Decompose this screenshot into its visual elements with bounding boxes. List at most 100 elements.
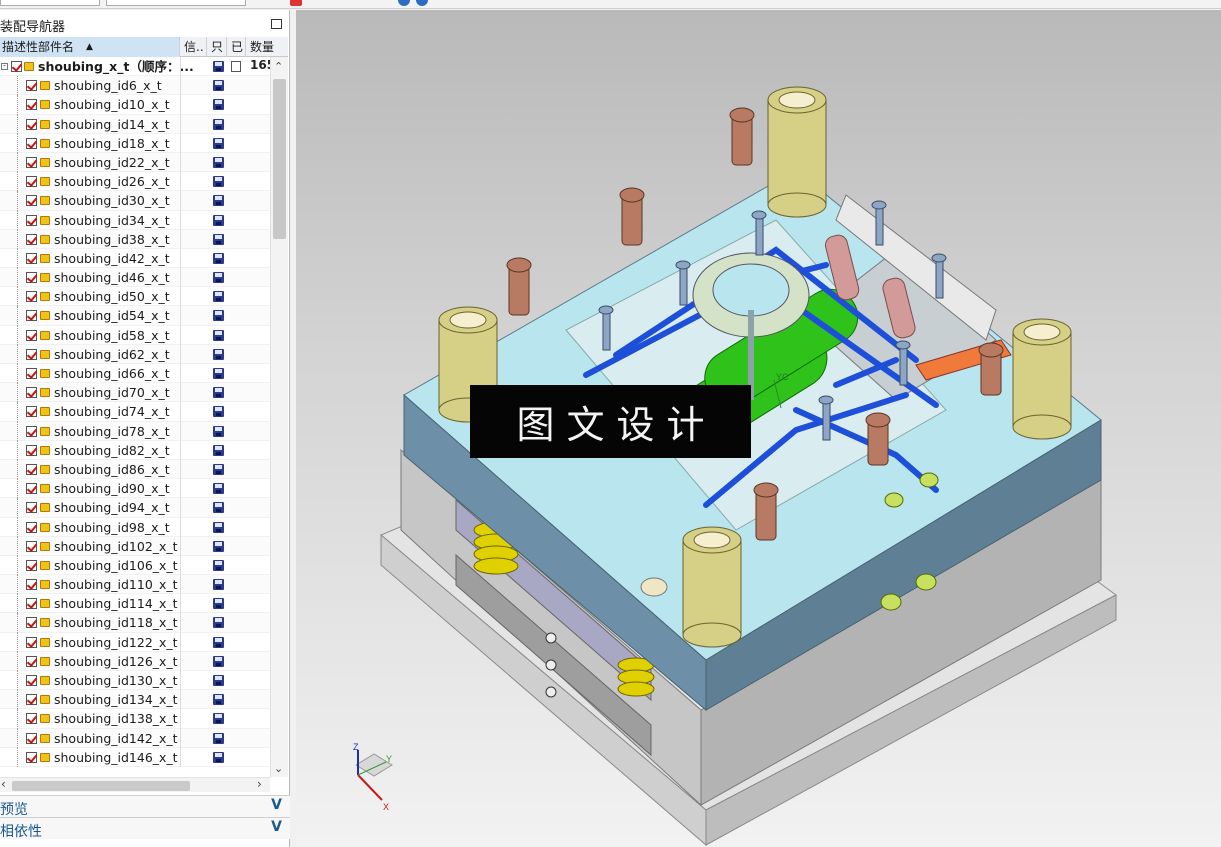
checkbox-icon[interactable] <box>26 751 37 763</box>
tree-part-row[interactable]: shoubing_id86_x_t <box>0 459 270 480</box>
checkbox-icon[interactable] <box>26 80 37 92</box>
checkbox-icon[interactable] <box>26 655 37 667</box>
checkbox-icon[interactable] <box>26 329 37 341</box>
checkbox-icon[interactable] <box>26 387 37 399</box>
checkbox-icon[interactable] <box>26 675 37 686</box>
collapse-icon[interactable]: - <box>1 62 8 70</box>
checkbox-icon[interactable] <box>26 521 37 533</box>
checkbox-icon[interactable] <box>26 579 37 591</box>
checkbox-icon[interactable] <box>26 348 37 360</box>
col-description[interactable]: 描述性部件名 ▲ <box>0 37 180 57</box>
tree-part-row[interactable]: shoubing_id46_x_t <box>0 268 270 288</box>
checkbox-icon[interactable] <box>26 137 37 149</box>
checkbox-icon[interactable] <box>26 463 37 475</box>
col-quantity[interactable]: 数量 <box>246 37 288 57</box>
tree-part-row[interactable]: shoubing_id62_x_t <box>0 344 270 364</box>
tree-part-row[interactable]: shoubing_id30_x_t <box>0 191 270 211</box>
graphics-window[interactable]: YC Z Y X 图文设计 <box>296 10 1221 847</box>
tree-part-row[interactable]: shoubing_id50_x_t <box>0 287 270 307</box>
tree-part-row[interactable]: shoubing_id90_x_t <box>0 479 270 499</box>
tree-part-row[interactable]: shoubing_id18_x_t <box>0 133 270 153</box>
checkbox-icon[interactable] <box>26 406 37 418</box>
dependencies-panel[interactable]: 相依性 V <box>0 817 290 840</box>
tree-part-row[interactable]: shoubing_id34_x_t <box>0 210 270 230</box>
checkbox-icon[interactable] <box>26 732 37 744</box>
checkbox-icon[interactable] <box>26 195 37 207</box>
checkbox-icon[interactable] <box>26 425 37 437</box>
tree-part-row[interactable]: shoubing_id14_x_t <box>0 114 270 134</box>
toolbar-icon-blue-2[interactable] <box>416 0 428 6</box>
chevron-down-icon[interactable]: V <box>271 819 282 835</box>
checkbox-icon[interactable] <box>26 310 37 322</box>
tree-part-row[interactable]: shoubing_id74_x_t <box>0 402 270 422</box>
tree-part-row[interactable]: shoubing_id10_x_t <box>0 95 270 115</box>
tree-part-row[interactable]: shoubing_id142_x_t <box>0 728 270 748</box>
scroll-down-icon[interactable]: ⌄ <box>274 762 283 775</box>
tree-part-row[interactable]: shoubing_id42_x_t <box>0 248 270 269</box>
tree-part-row[interactable]: shoubing_id22_x_t <box>0 152 270 173</box>
tree-part-row[interactable]: shoubing_id106_x_t <box>0 555 270 576</box>
tree-part-row[interactable]: shoubing_id130_x_t <box>0 671 270 691</box>
checkbox-icon[interactable] <box>26 502 37 514</box>
tree-part-row[interactable]: shoubing_id122_x_t <box>0 632 270 652</box>
checkbox-icon[interactable] <box>11 61 22 72</box>
tree-part-row[interactable]: shoubing_id118_x_t <box>0 613 270 633</box>
checkbox-icon[interactable] <box>26 99 37 111</box>
checkbox-icon[interactable] <box>26 694 37 706</box>
checkbox-icon[interactable] <box>26 368 37 379</box>
vertical-scrollbar[interactable]: ⌃ ⌄ <box>270 57 288 777</box>
checkbox-icon[interactable] <box>26 483 37 495</box>
tree-part-row[interactable]: shoubing_id70_x_t <box>0 383 270 403</box>
maximize-icon[interactable] <box>271 19 282 29</box>
tree-part-row[interactable]: shoubing_id94_x_t <box>0 498 270 518</box>
tree-part-row[interactable]: shoubing_id138_x_t <box>0 709 270 729</box>
tree-root-row[interactable]: - shoubing_x_t（顺序：... 165 <box>0 57 270 77</box>
tree-part-row[interactable]: shoubing_id114_x_t <box>0 594 270 614</box>
filter-dropdown[interactable] <box>0 0 100 6</box>
assembly-dropdown[interactable] <box>106 0 246 6</box>
horizontal-scrollbar[interactable]: ‹ › <box>0 777 270 792</box>
checkbox-icon[interactable] <box>26 233 37 245</box>
checkbox-icon[interactable] <box>26 598 37 610</box>
checkbox-icon[interactable] <box>26 617 37 629</box>
scroll-up-icon[interactable]: ⌃ <box>274 60 283 73</box>
hscroll-thumb[interactable] <box>12 781 190 791</box>
sort-ascending-icon[interactable]: ▲ <box>86 37 93 57</box>
preview-panel[interactable]: 预览 V <box>0 795 290 818</box>
tree-part-row[interactable]: shoubing_id54_x_t <box>0 306 270 326</box>
tree-part-row[interactable]: shoubing_id78_x_t <box>0 421 270 441</box>
checkbox-icon[interactable] <box>26 444 37 456</box>
toolbar-icon-red[interactable] <box>290 0 302 6</box>
toolbar-icon-blue[interactable] <box>398 0 410 6</box>
checkbox-icon[interactable] <box>26 252 37 264</box>
checkbox-icon[interactable] <box>26 713 37 725</box>
checkbox-icon[interactable] <box>26 636 37 648</box>
col-modified[interactable]: 已 <box>227 37 246 57</box>
checkbox-icon[interactable] <box>26 156 37 168</box>
checkbox-icon[interactable] <box>26 291 37 303</box>
tree-part-row[interactable]: shoubing_id58_x_t <box>0 325 270 345</box>
col-readonly[interactable]: 只 <box>207 37 227 57</box>
checkbox-icon[interactable] <box>26 176 37 188</box>
tree-part-row[interactable]: shoubing_id146_x_t <box>0 747 270 767</box>
tree-part-row[interactable]: shoubing_id26_x_t <box>0 172 270 192</box>
scroll-thumb[interactable] <box>273 79 286 239</box>
tree-part-row[interactable]: shoubing_id98_x_t <box>0 517 270 537</box>
tree-part-row[interactable]: shoubing_id82_x_t <box>0 440 270 460</box>
checkbox-icon[interactable] <box>26 118 37 130</box>
tree-part-row[interactable]: shoubing_id6_x_t <box>0 76 270 96</box>
scroll-right-icon[interactable]: › <box>257 777 262 791</box>
tree-part-row[interactable]: shoubing_id102_x_t <box>0 536 270 556</box>
checkbox-icon[interactable] <box>26 214 37 226</box>
tree-part-row[interactable]: shoubing_id126_x_t <box>0 651 270 671</box>
checkbox-icon[interactable] <box>26 272 37 284</box>
col-info[interactable]: 信.. <box>180 37 207 57</box>
tree-part-row[interactable]: shoubing_id66_x_t <box>0 364 270 384</box>
tree-part-row[interactable]: shoubing_id110_x_t <box>0 575 270 595</box>
scroll-left-icon[interactable]: ‹ <box>1 777 6 791</box>
checkbox-icon[interactable] <box>26 540 37 552</box>
chevron-down-icon[interactable]: V <box>271 797 282 813</box>
tree-part-row[interactable]: shoubing_id38_x_t <box>0 229 270 249</box>
tree-part-row[interactable]: shoubing_id134_x_t <box>0 690 270 710</box>
checkbox-icon[interactable] <box>26 559 37 571</box>
